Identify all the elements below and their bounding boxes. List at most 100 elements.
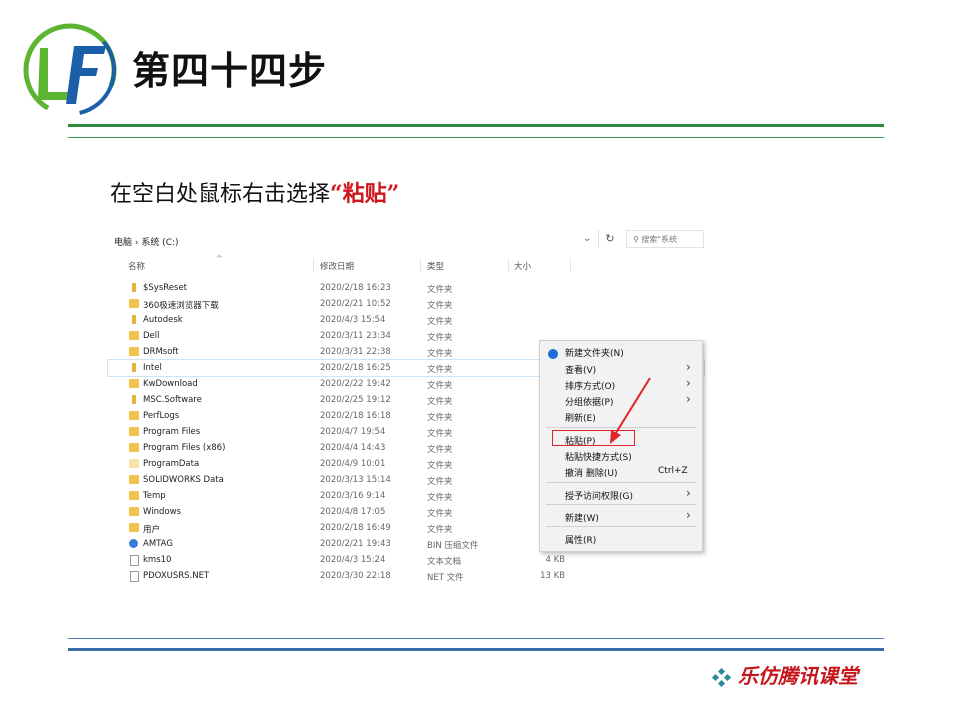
- file-name: PDOXUSRS.NET: [143, 571, 210, 581]
- menu-item-shortcut: Ctrl+Z: [658, 466, 688, 476]
- menu-item-give-access[interactable]: 授予访问权限(G) ›: [540, 486, 702, 502]
- file-name: PerfLogs: [143, 411, 180, 421]
- file-name: $SysReset: [143, 283, 188, 293]
- table-row[interactable]: $SysReset 2020/2/18 16:23 文件夹: [108, 280, 704, 296]
- file-type: BIN 压缩文件: [427, 541, 479, 551]
- column-date[interactable]: 修改日期: [320, 260, 354, 272]
- search-input[interactable]: ⚲ 搜索"系统: [626, 230, 704, 248]
- chevron-right-icon: ›: [686, 486, 691, 500]
- footer-rule-thick: [68, 648, 884, 651]
- table-row[interactable]: Autodesk 2020/4/3 15:54 文件夹: [108, 312, 704, 328]
- file-date: 2020/3/31 22:38: [320, 347, 391, 357]
- file-date: 2020/2/18 16:49: [320, 523, 391, 533]
- file-date: 2020/3/30 22:18: [320, 571, 391, 581]
- file-date: 2020/4/8 17:05: [320, 507, 386, 517]
- file-type: 文件夹: [427, 397, 453, 407]
- breadcrumb[interactable]: 电脑 › 系统 (C:): [114, 235, 179, 248]
- file-name: Program Files (x86): [143, 443, 226, 453]
- folder-icon: [129, 507, 139, 516]
- table-row[interactable]: kms10 2020/4/3 15:24 文本文档 4 KB: [108, 552, 704, 568]
- menu-item-label: 新建文件夹(N): [565, 349, 624, 359]
- file-date: 2020/3/11 23:34: [320, 331, 391, 341]
- column-divider[interactable]: [313, 258, 314, 272]
- header-rule-thin: [68, 137, 884, 138]
- footer-rule-thin: [68, 638, 884, 639]
- file-date: 2020/2/25 19:12: [320, 395, 391, 405]
- file-size: 13 KB: [540, 571, 565, 581]
- table-row[interactable]: 360极速浏览器下载 2020/2/21 10:52 文件夹: [108, 296, 704, 312]
- new-folder-icon: [548, 349, 558, 359]
- folder-icon: [129, 411, 139, 420]
- table-row[interactable]: PDOXUSRS.NET 2020/3/30 22:18 NET 文件 13 KB: [108, 568, 704, 584]
- file-date: 2020/4/4 14:43: [320, 443, 386, 453]
- folder-icon: [132, 395, 136, 404]
- file-date: 2020/4/3 15:24: [320, 555, 386, 565]
- file-name: 用户: [143, 525, 161, 535]
- menu-item-label: 撤消 删除(U): [565, 469, 618, 479]
- menu-separator: [546, 504, 696, 505]
- file-date: 2020/2/18 16:18: [320, 411, 391, 421]
- menu-item-label: 授予访问权限(G): [565, 492, 633, 502]
- file-type: 文件夹: [427, 461, 453, 471]
- menu-item-new-folder[interactable]: 新建文件夹(N): [540, 343, 702, 359]
- lf-logo: [23, 23, 117, 117]
- file-icon: [130, 571, 139, 582]
- file-name: Program Files: [143, 427, 201, 437]
- column-type[interactable]: 类型: [427, 260, 444, 272]
- file-name: AMTAG: [143, 539, 173, 549]
- file-name: ProgramData: [143, 459, 200, 469]
- file-type: 文件夹: [427, 333, 453, 343]
- file-name: Temp: [143, 491, 166, 501]
- file-type: 文件夹: [427, 317, 453, 327]
- folder-icon: [129, 331, 139, 340]
- menu-item-label: 查看(V): [565, 366, 597, 376]
- file-name: Windows: [143, 507, 181, 517]
- refresh-icon[interactable]: ↻: [598, 230, 621, 248]
- file-date: 2020/4/9 10:01: [320, 459, 386, 469]
- menu-item-label: 属性(R): [565, 536, 597, 546]
- menu-item-label: 粘贴(P): [565, 437, 596, 447]
- folder-icon: [129, 459, 139, 468]
- file-type: 文件夹: [427, 477, 453, 487]
- folder-icon: [129, 475, 139, 484]
- menu-separator: [546, 482, 696, 483]
- folder-icon: [129, 299, 139, 308]
- file-name: Autodesk: [143, 315, 183, 325]
- file-name: KwDownload: [143, 379, 198, 389]
- instruction-text: 在空白处鼠标右击选择“粘贴”: [110, 176, 399, 208]
- menu-item-new[interactable]: 新建(W) ›: [540, 508, 702, 524]
- folder-icon: [129, 491, 139, 500]
- file-name: Intel: [143, 363, 162, 373]
- chevron-right-icon: ›: [686, 392, 691, 406]
- column-name[interactable]: 名称: [128, 260, 145, 272]
- menu-item-undo-delete[interactable]: 撤消 删除(U) Ctrl+Z: [540, 463, 702, 479]
- menu-item-label: 新建(W): [565, 514, 599, 524]
- instruction-highlight: “粘贴”: [330, 181, 400, 207]
- file-date: 2020/2/21 10:52: [320, 299, 391, 309]
- file-type: 文件夹: [427, 509, 453, 519]
- column-divider[interactable]: [570, 258, 571, 272]
- file-type: 文件夹: [427, 493, 453, 503]
- file-date: 2020/2/18 16:23: [320, 283, 391, 293]
- chevron-down-icon[interactable]: ⌄: [583, 233, 591, 244]
- text-file-icon: [130, 555, 139, 566]
- file-date: 2020/3/13 15:14: [320, 475, 391, 485]
- file-name: kms10: [143, 555, 172, 565]
- column-divider[interactable]: [508, 258, 509, 272]
- file-date: 2020/3/16 9:14: [320, 491, 386, 501]
- chevron-right-icon: ›: [686, 376, 691, 390]
- folder-icon: [129, 443, 139, 452]
- menu-item-properties[interactable]: 属性(R): [540, 530, 702, 546]
- folder-icon: [129, 379, 139, 388]
- folder-icon: [129, 347, 139, 356]
- menu-separator: [546, 526, 696, 527]
- column-size[interactable]: 大小: [514, 260, 531, 272]
- folder-icon: [132, 363, 136, 372]
- file-type: 文件夹: [427, 525, 453, 535]
- bin-file-icon: [129, 539, 138, 548]
- folder-icon: [132, 315, 136, 324]
- file-size: 4 KB: [545, 555, 565, 565]
- column-divider[interactable]: [420, 258, 421, 272]
- footer-brand: 乐仿腾讯课堂: [738, 664, 858, 688]
- file-name: Dell: [143, 331, 160, 341]
